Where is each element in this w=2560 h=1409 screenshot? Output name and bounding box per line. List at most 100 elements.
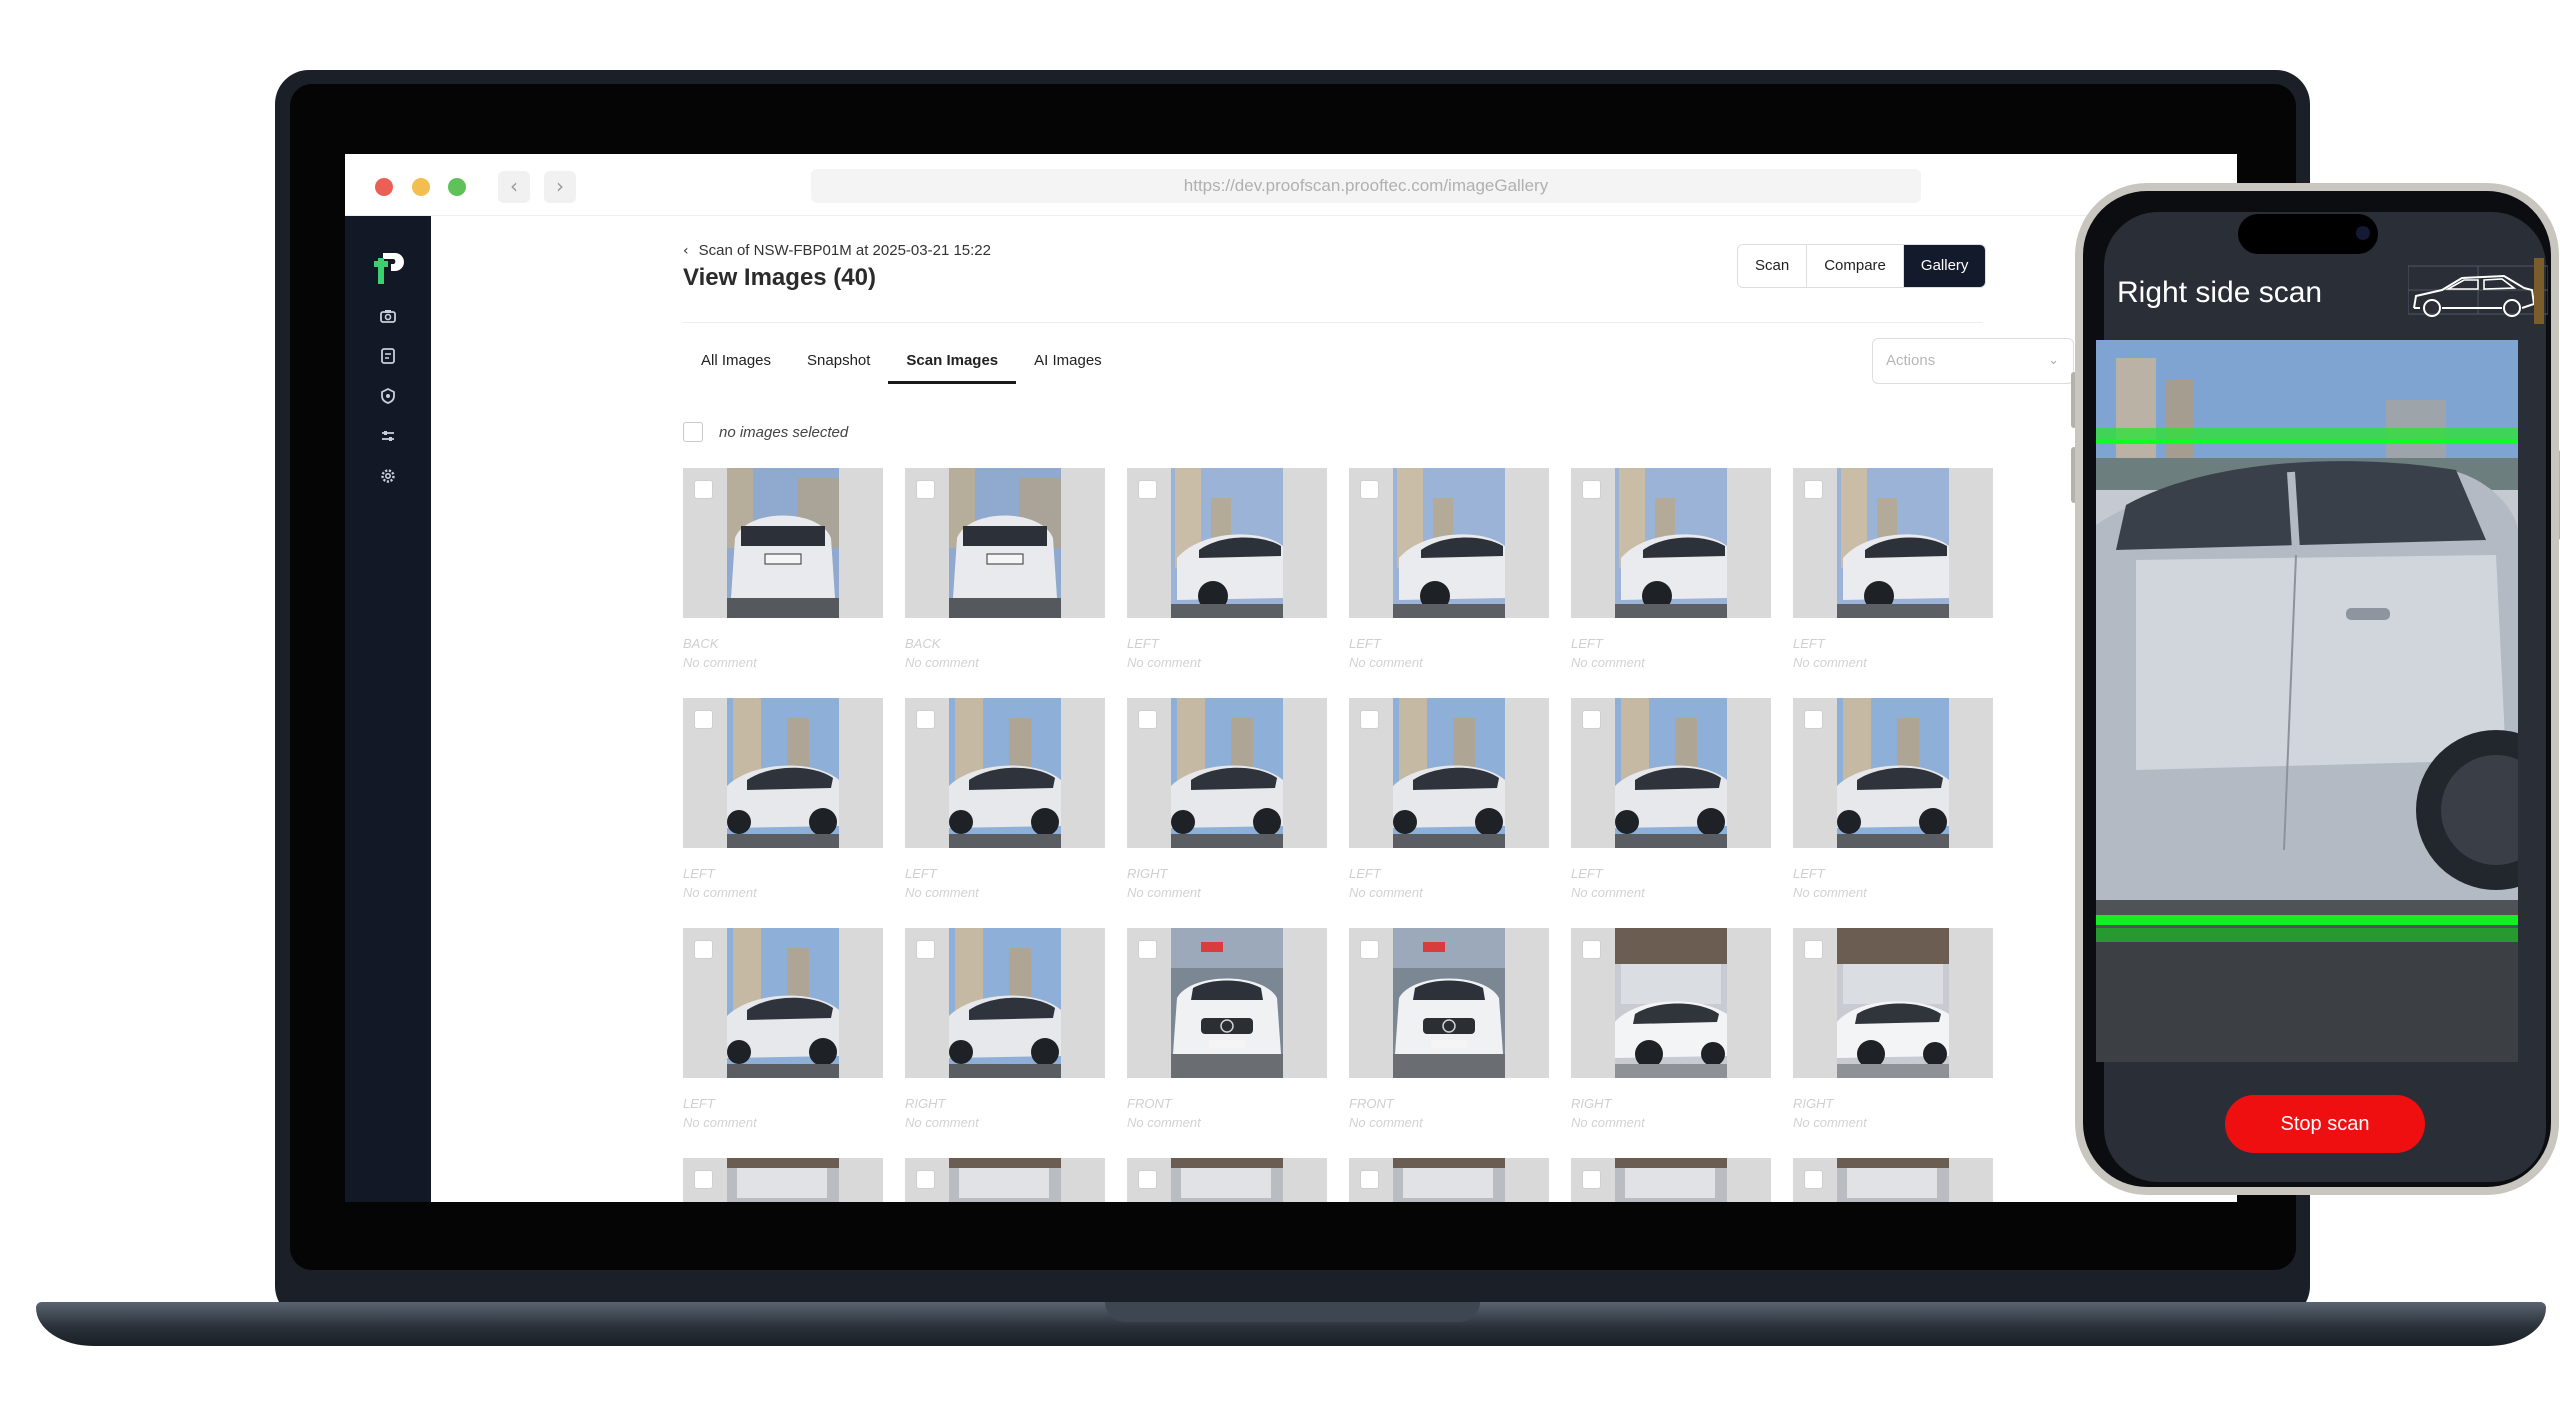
- image-thumbnail[interactable]: [1127, 928, 1327, 1078]
- camera-icon[interactable]: [376, 304, 400, 328]
- document-icon[interactable]: [376, 344, 400, 368]
- actions-dropdown[interactable]: Actions ⌄: [1872, 338, 2074, 384]
- shield-icon[interactable]: [376, 384, 400, 408]
- gallery-card[interactable]: RIGHT No comment: [1571, 928, 1771, 1130]
- compare-view-button[interactable]: Compare: [1807, 245, 1904, 287]
- selection-status: no images selected: [719, 423, 849, 441]
- breadcrumb[interactable]: ‹ Scan of NSW-FBP01M at 2025-03-21 15:22: [683, 242, 991, 259]
- image-thumbnail[interactable]: [1127, 698, 1327, 848]
- gallery-card[interactable]: RIGHT No comment: [1127, 698, 1327, 900]
- gallery-card[interactable]: LEFT No comment: [1349, 468, 1549, 670]
- gallery-card[interactable]: LEFT No comment: [1793, 468, 1993, 670]
- select-all-checkbox[interactable]: [683, 422, 703, 442]
- image-select-checkbox[interactable]: [694, 710, 713, 729]
- image-thumbnail[interactable]: [1571, 698, 1771, 848]
- image-select-checkbox[interactable]: [1360, 940, 1379, 959]
- sliders-icon[interactable]: [376, 424, 400, 448]
- gallery-card[interactable]: [1349, 1158, 1549, 1202]
- gallery-card[interactable]: LEFT No comment: [1571, 468, 1771, 670]
- gallery-card[interactable]: [1793, 1158, 1993, 1202]
- image-select-checkbox[interactable]: [1804, 710, 1823, 729]
- image-thumbnail[interactable]: [1793, 468, 1993, 618]
- image-select-checkbox[interactable]: [1804, 480, 1823, 499]
- gallery-card[interactable]: [1571, 1158, 1771, 1202]
- image-select-checkbox[interactable]: [916, 480, 935, 499]
- gallery-card[interactable]: LEFT No comment: [1349, 698, 1549, 900]
- gallery-card[interactable]: FRONT No comment: [1349, 928, 1549, 1130]
- gallery-view-button[interactable]: Gallery: [1903, 245, 1986, 287]
- image-select-checkbox[interactable]: [1360, 1170, 1379, 1189]
- gallery-card[interactable]: BACK No comment: [905, 468, 1105, 670]
- gallery-card[interactable]: RIGHT No comment: [1793, 928, 1993, 1130]
- maximize-window-button[interactable]: [448, 178, 466, 196]
- gallery-card[interactable]: LEFT No comment: [1571, 698, 1771, 900]
- gear-icon[interactable]: [376, 464, 400, 488]
- image-thumbnail[interactable]: [683, 468, 883, 618]
- gallery-card[interactable]: LEFT No comment: [683, 698, 883, 900]
- image-thumbnail[interactable]: [1127, 468, 1327, 618]
- image-thumbnail[interactable]: [905, 468, 1105, 618]
- image-thumbnail[interactable]: [1571, 468, 1771, 618]
- image-select-checkbox[interactable]: [916, 940, 935, 959]
- tab-all-images[interactable]: All Images: [683, 344, 789, 384]
- gallery-card[interactable]: BACK No comment: [683, 468, 883, 670]
- image-select-checkbox[interactable]: [694, 940, 713, 959]
- image-thumbnail[interactable]: [1793, 928, 1993, 1078]
- image-select-checkbox[interactable]: [916, 710, 935, 729]
- image-thumbnail[interactable]: [1571, 928, 1771, 1078]
- image-select-checkbox[interactable]: [1360, 710, 1379, 729]
- car-outline-icon: [2408, 258, 2548, 324]
- gallery-card[interactable]: LEFT No comment: [1127, 468, 1327, 670]
- gallery-card[interactable]: FRONT No comment: [1127, 928, 1327, 1130]
- image-thumbnail[interactable]: [1793, 1158, 1993, 1202]
- image-select-checkbox[interactable]: [1138, 710, 1157, 729]
- image-thumbnail[interactable]: [905, 698, 1105, 848]
- image-thumbnail[interactable]: [1571, 1158, 1771, 1202]
- image-thumbnail[interactable]: [683, 928, 883, 1078]
- image-thumbnail[interactable]: [1127, 1158, 1327, 1202]
- view-switcher: Scan Compare Gallery: [1737, 244, 1987, 288]
- image-thumbnail[interactable]: [1349, 468, 1549, 618]
- image-select-checkbox[interactable]: [1138, 940, 1157, 959]
- tab-ai-images[interactable]: AI Images: [1016, 344, 1120, 384]
- image-select-checkbox[interactable]: [916, 1170, 935, 1189]
- image-select-checkbox[interactable]: [1582, 940, 1601, 959]
- image-select-checkbox[interactable]: [1804, 1170, 1823, 1189]
- gallery-card[interactable]: [683, 1158, 883, 1202]
- image-comment: No comment: [905, 655, 979, 670]
- image-thumbnail[interactable]: [1793, 698, 1993, 848]
- gallery-card[interactable]: LEFT No comment: [905, 698, 1105, 900]
- image-thumbnail[interactable]: [905, 928, 1105, 1078]
- image-select-checkbox[interactable]: [1582, 1170, 1601, 1189]
- gallery-card[interactable]: LEFT No comment: [683, 928, 883, 1130]
- proofscan-logo[interactable]: [371, 250, 405, 288]
- image-select-checkbox[interactable]: [1138, 1170, 1157, 1189]
- image-thumbnail[interactable]: [683, 698, 883, 848]
- image-select-checkbox[interactable]: [694, 480, 713, 499]
- image-thumbnail[interactable]: [683, 1158, 883, 1202]
- car-photo: [1615, 468, 1727, 618]
- gallery-card[interactable]: [1127, 1158, 1327, 1202]
- minimize-window-button[interactable]: [412, 178, 430, 196]
- image-select-checkbox[interactable]: [1582, 710, 1601, 729]
- stop-scan-button[interactable]: Stop scan: [2225, 1095, 2425, 1153]
- close-window-button[interactable]: [375, 178, 393, 196]
- scan-view-button[interactable]: Scan: [1738, 245, 1808, 287]
- address-bar[interactable]: https://dev.proofscan.prooftec.com/image…: [811, 169, 1921, 203]
- image-thumbnail[interactable]: [905, 1158, 1105, 1202]
- gallery-card[interactable]: RIGHT No comment: [905, 928, 1105, 1130]
- image-select-checkbox[interactable]: [694, 1170, 713, 1189]
- browser-forward-button[interactable]: ›: [544, 171, 576, 203]
- browser-back-button[interactable]: ‹: [498, 171, 530, 203]
- image-thumbnail[interactable]: [1349, 928, 1549, 1078]
- gallery-card[interactable]: LEFT No comment: [1793, 698, 1993, 900]
- image-select-checkbox[interactable]: [1138, 480, 1157, 499]
- gallery-card[interactable]: [905, 1158, 1105, 1202]
- image-select-checkbox[interactable]: [1360, 480, 1379, 499]
- image-thumbnail[interactable]: [1349, 1158, 1549, 1202]
- image-select-checkbox[interactable]: [1582, 480, 1601, 499]
- image-thumbnail[interactable]: [1349, 698, 1549, 848]
- image-select-checkbox[interactable]: [1804, 940, 1823, 959]
- tab-snapshot[interactable]: Snapshot: [789, 344, 888, 384]
- tab-scan-images[interactable]: Scan Images: [888, 344, 1017, 384]
